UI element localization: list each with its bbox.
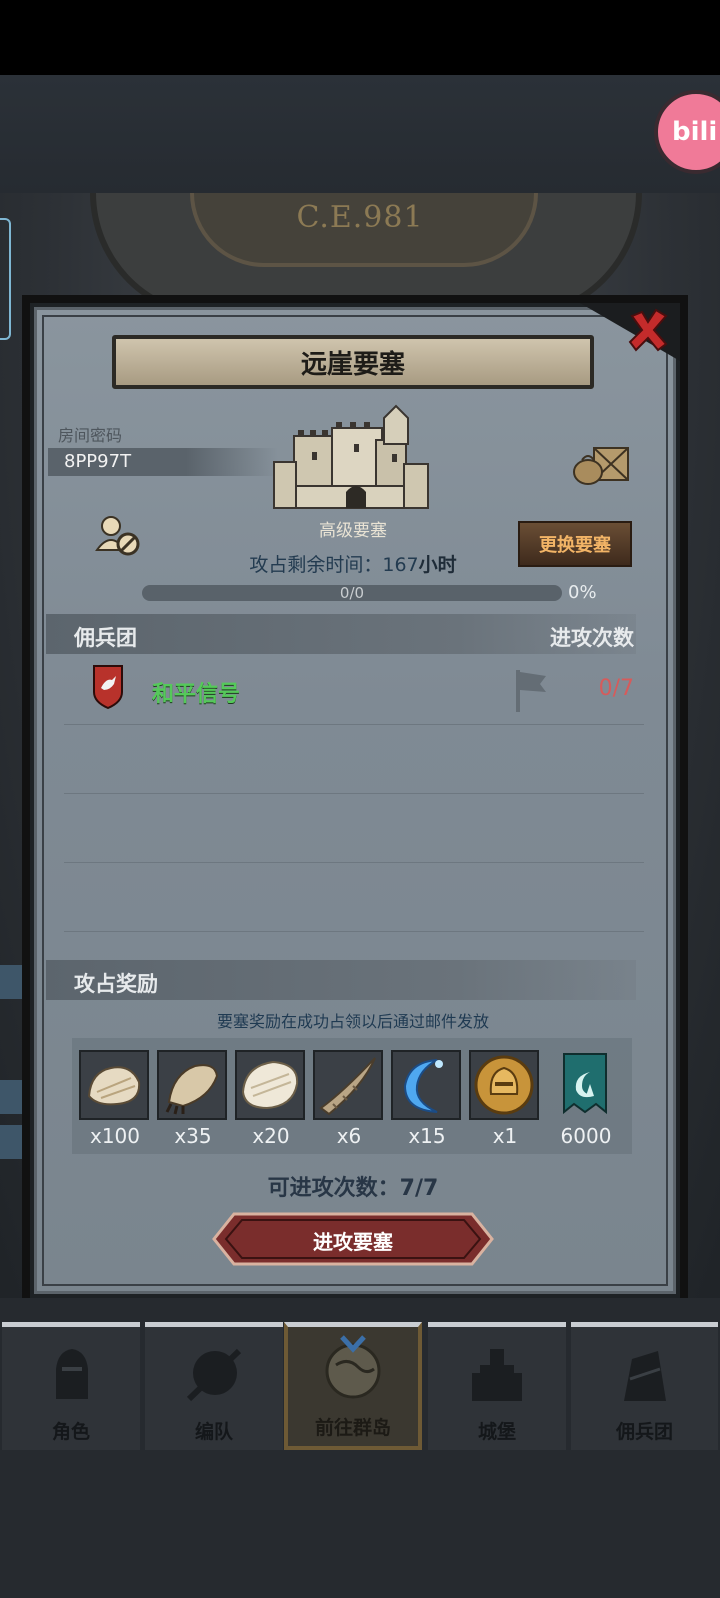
reward-item[interactable]: x1 [469,1050,541,1148]
nav-label: 城堡 [477,1421,516,1443]
mercenary-icon [623,1351,666,1401]
supply-bag-icon[interactable] [572,442,632,486]
capture-progress-percent: 0% [568,582,597,603]
nav-character[interactable]: 角色 [2,1322,140,1450]
status-bar [0,0,720,75]
reward-qty: x1 [492,1124,518,1148]
reward-item[interactable]: 6000 [550,1050,622,1148]
gold-helmet-coin-icon [474,1055,534,1115]
reward-qty: x15 [408,1124,446,1148]
guild-name: 和平信号 [152,682,241,707]
horn-icon [319,1057,376,1116]
reward-item[interactable]: x100 [79,1050,151,1148]
claw-pelt-icon [165,1064,219,1115]
guild-shield-icon [93,665,123,710]
castle-icon [472,1349,522,1401]
reward-qty: x20 [252,1124,290,1148]
time-value: 167 [382,554,419,576]
guild-attack-count: 0/7 [598,676,634,701]
guild-row-empty [64,863,644,932]
globe-icon [325,1335,381,1399]
mercenary-header: 佣兵团 [74,626,137,650]
attack-count-header: 进攻次数 [550,626,634,650]
reward-item[interactable]: x6 [313,1050,385,1148]
flag-icon [516,670,546,712]
reward-qty: x35 [174,1124,212,1148]
time-unit: 小时 [418,554,457,576]
guild-row-empty [64,725,644,794]
capture-time-remaining: 攻占剩余时间：167小时 [0,550,706,577]
guild-banner-icon [563,1053,607,1115]
hide-fur-icon [87,1066,141,1106]
guild-row-empty [64,794,644,863]
side-swords-icon[interactable] [0,965,30,999]
guild-row[interactable] [64,656,644,725]
room-code-value[interactable]: 8PP97T [64,451,131,472]
white-fur-icon [241,1060,299,1110]
reward-item[interactable]: x35 [157,1050,229,1148]
close-icon [628,308,668,352]
close-button[interactable] [624,306,672,354]
top-bar [0,75,720,193]
formation-icon [186,1348,242,1402]
side-search-icon[interactable] [0,1125,30,1159]
time-prefix: 攻占剩余时间： [249,554,383,576]
reward-qty: x100 [89,1124,140,1148]
attacks-remaining: 可进攻次数：7/7 [267,1176,439,1201]
reward-header: 攻占奖励 [74,972,158,996]
nav-castle[interactable]: 城堡 [428,1322,566,1450]
attack-button-label: 进攻要塞 [313,1230,393,1254]
blue-crescent-icon [403,1059,443,1113]
room-code-label: 房间密码 [58,426,123,445]
nav-label: 佣兵团 [615,1421,673,1443]
reward-item[interactable]: x20 [235,1050,307,1148]
fortress-title: 远崖要塞 [112,335,594,389]
nav-label: 编队 [194,1421,233,1443]
nav-label: 角色 [51,1421,90,1443]
reward-qty: x6 [336,1124,362,1148]
capture-progress-text: 0/0 [339,584,365,602]
side-tab[interactable] [0,218,11,340]
nav-mercenary[interactable]: 佣兵团 [571,1322,718,1450]
nav-formation[interactable]: 编队 [145,1322,283,1450]
nav-label: 前往群岛 [314,1417,391,1439]
side-target-icon[interactable] [0,1080,30,1114]
knight-icon [56,1349,88,1399]
era-label: C.E.981 [296,200,424,235]
reward-qty: 6000 [560,1124,612,1148]
nav-go-islands[interactable]: 前往群岛 [284,1322,422,1450]
reward-item[interactable]: x15 [391,1050,463,1148]
fortress-castle-image [273,404,429,509]
attack-fortress-button[interactable]: 进攻要塞 [212,1212,494,1266]
reward-note: 要塞奖励在成功占领以后通过邮件发放 [216,1012,489,1031]
